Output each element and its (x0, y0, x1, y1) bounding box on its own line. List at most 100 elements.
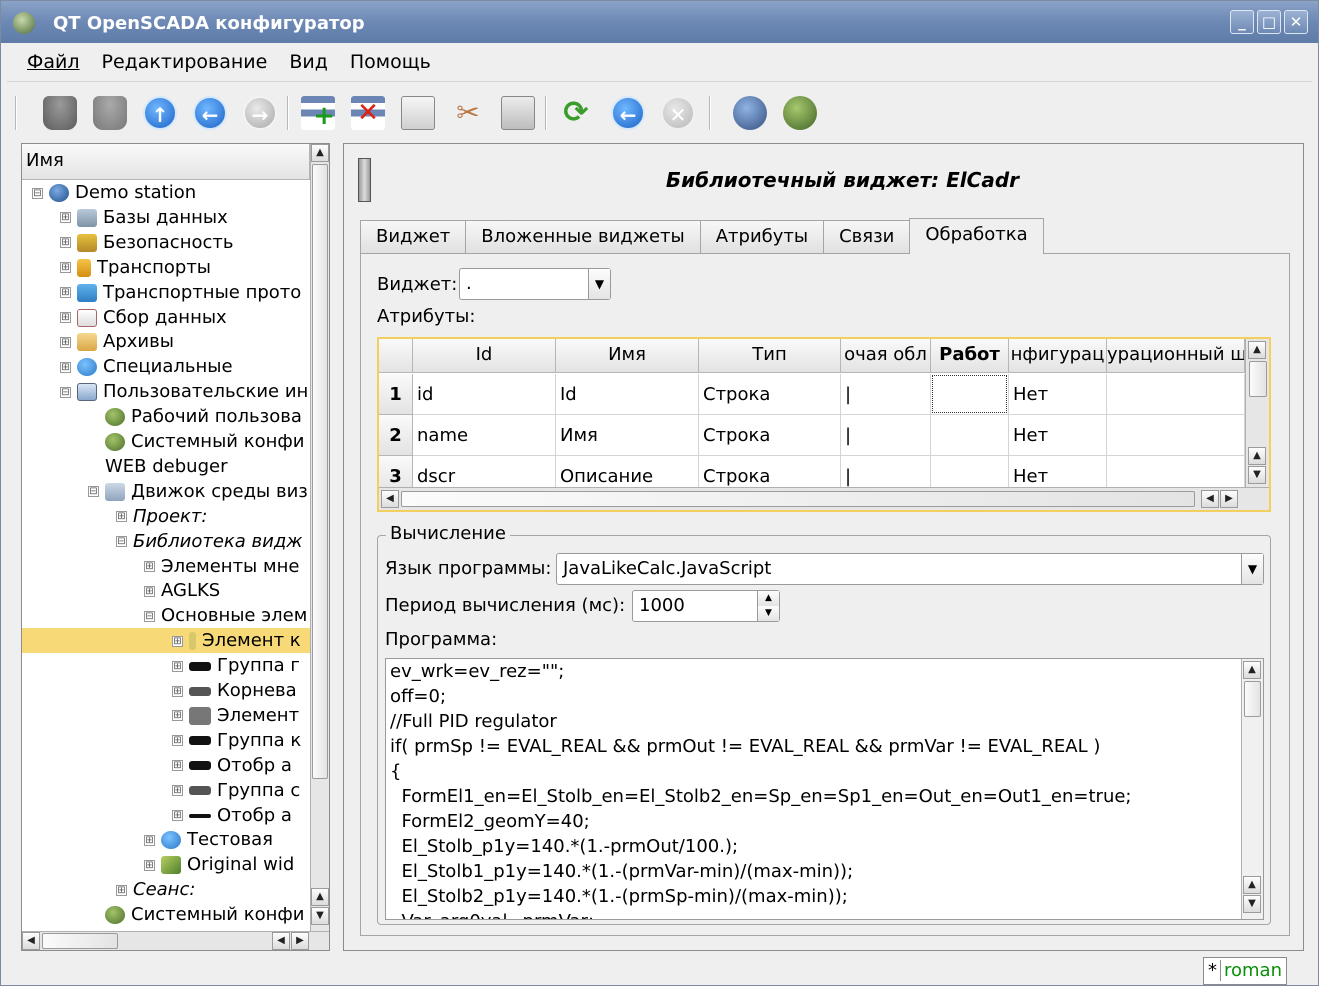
tree-item[interactable]: ⊞ Сеанс: (116, 877, 195, 902)
column-header[interactable]: Имя (556, 339, 699, 373)
scroll-up-arrow-icon[interactable]: ▲ (1243, 661, 1261, 679)
expand-toggle-icon[interactable]: ⊞ (60, 361, 71, 373)
menu-file[interactable]: Файл (27, 51, 80, 73)
row-number[interactable]: 1 (379, 374, 413, 415)
tab-attributes[interactable]: Атрибуты (699, 220, 825, 254)
tree-item[interactable]: ⊞ Отобр а (172, 753, 292, 778)
user-name[interactable]: roman (1224, 960, 1282, 981)
scroll-left-arrow-icon[interactable]: ◀ (1201, 490, 1219, 508)
scroll-up-arrow-icon[interactable]: ▲ (311, 888, 329, 906)
table-cell[interactable] (1107, 415, 1245, 456)
navigation-tree[interactable]: ⊟ Demo station ⊞ Базы данных ⊞ Безопасность ⊞ Т… (22, 180, 310, 925)
expand-toggle-icon[interactable]: ⊞ (172, 810, 183, 821)
expand-toggle-icon[interactable]: ⊞ (60, 312, 71, 323)
tree-item[interactable]: ⊞ Специальные (60, 354, 233, 379)
tab-included-widgets[interactable]: Вложенные виджеты (465, 220, 701, 254)
expand-toggle-icon[interactable]: ⊞ (60, 287, 71, 299)
column-header[interactable]: урационный ш (1107, 339, 1245, 373)
scroll-down-arrow-icon[interactable]: ▼ (1243, 895, 1261, 913)
column-header[interactable]: очая обл (841, 339, 931, 373)
expand-toggle-icon[interactable]: ⊟ (116, 536, 127, 548)
vision-icon[interactable] (733, 96, 767, 130)
expand-toggle-icon[interactable]: ⊞ (172, 785, 183, 797)
table-cell[interactable]: Нет (1009, 415, 1107, 456)
tree-item[interactable]: ⊟ Основные элем (144, 603, 307, 628)
table-cell[interactable]: Нет (1009, 374, 1107, 415)
program-language-select[interactable]: JavaLikeCalc.JavaScript ▼ (556, 553, 1264, 585)
spin-down-icon[interactable]: ▼ (757, 606, 779, 621)
db-load-icon[interactable] (43, 96, 77, 130)
chevron-down-icon[interactable]: ▼ (588, 269, 610, 299)
expand-toggle-icon[interactable]: ⊞ (60, 262, 71, 274)
expand-toggle-icon[interactable]: ⊞ (144, 585, 155, 597)
program-code[interactable]: ev_wrk=ev_rez=""; off=0; //Full PID regula… (390, 659, 1238, 919)
tree-item[interactable]: Рабочий пользова (88, 404, 302, 429)
title-bar[interactable]: QT OpenSCADA конфигуратор _ □ ✕ (1, 1, 1318, 43)
column-header[interactable]: Id (413, 339, 556, 373)
tree-item[interactable]: ⊞ Корнева (172, 678, 297, 703)
tree-item[interactable]: ⊞ Тестовая (144, 827, 273, 852)
expand-toggle-icon[interactable]: ⊞ (172, 735, 183, 747)
close-button[interactable]: ✕ (1284, 10, 1308, 34)
tab-widget[interactable]: Виджет (360, 220, 467, 254)
scroll-up-arrow-icon[interactable]: ▲ (1248, 447, 1266, 465)
db-save-icon[interactable] (93, 96, 127, 130)
expand-toggle-icon[interactable]: ⊞ (144, 834, 155, 846)
scroll-left-arrow-icon[interactable]: ◀ (381, 490, 399, 508)
expand-toggle-icon[interactable]: ⊟ (88, 486, 99, 498)
tree-item[interactable]: ⊞ Группа с (172, 778, 300, 803)
tree-item[interactable]: WEB debuger (88, 454, 227, 479)
refresh-icon[interactable]: ⟳ (559, 96, 593, 130)
attributes-table[interactable]: Id Имя Тип очая обл Работ нфигурац ураци… (377, 337, 1271, 512)
expand-toggle-icon[interactable]: ⊞ (172, 710, 183, 722)
expand-toggle-icon[interactable]: ⊞ (172, 660, 183, 672)
stop-icon[interactable]: ✕ (661, 96, 695, 130)
forward-icon[interactable]: → (243, 96, 277, 130)
table-cell[interactable]: id (413, 374, 556, 415)
row-number[interactable]: 2 (379, 415, 413, 456)
scroll-up-arrow-icon[interactable]: ▲ (311, 144, 329, 162)
menu-help[interactable]: Помощь (350, 51, 431, 73)
table-cell[interactable]: | (841, 415, 931, 456)
menu-edit[interactable]: Редактирование (102, 51, 268, 73)
tree-item[interactable]: ⊟ Demo station (32, 180, 196, 205)
chevron-down-icon[interactable]: ▼ (1241, 554, 1263, 584)
column-header[interactable]: Работ (931, 339, 1009, 373)
scroll-left-arrow-icon[interactable]: ◀ (22, 932, 40, 950)
scroll-down-arrow-icon[interactable]: ▼ (1248, 466, 1266, 484)
scroll-right-arrow-icon[interactable]: ▶ (1220, 490, 1238, 508)
calc-period-spinbox[interactable]: 1000 ▲ ▼ (632, 590, 780, 622)
expand-toggle-icon[interactable]: ⊞ (60, 212, 71, 224)
back-icon[interactable]: ← (193, 96, 227, 130)
tree-item[interactable]: ⊞ Элементы мне (144, 554, 299, 579)
table-vertical-scrollbar[interactable]: ▲ ▲ ▼ (1245, 339, 1269, 487)
tree-vertical-scrollbar[interactable]: ▲ ▲ ▼ (310, 144, 329, 931)
tree-item[interactable]: ⊟ Движок среды виз (88, 479, 308, 504)
scroll-thumb[interactable] (1249, 361, 1267, 397)
scroll-right-arrow-icon[interactable]: ▶ (291, 932, 309, 950)
program-editor[interactable]: ev_wrk=ev_rez=""; off=0; //Full PID regula… (385, 658, 1264, 920)
column-header[interactable]: Тип (699, 339, 841, 373)
scroll-thumb[interactable] (42, 933, 118, 949)
tree-item[interactable]: ⊞ Проект: (116, 504, 207, 529)
expand-toggle-icon[interactable]: ⊞ (60, 237, 71, 249)
tree-item[interactable]: ⊞ Архивы (60, 329, 174, 354)
column-header[interactable]: нфигурац (1009, 339, 1107, 373)
expand-toggle-icon[interactable]: ⊟ (144, 610, 155, 622)
item-delete-icon[interactable]: ✕ (351, 96, 385, 130)
cut-icon[interactable]: ✂ (451, 96, 485, 130)
tree-item[interactable]: ⊞ Original wid (144, 852, 294, 877)
tree-item[interactable]: ⊟ Библиотека видж (116, 529, 303, 554)
maximize-button[interactable]: □ (1257, 10, 1281, 34)
tree-item[interactable]: ⊞ Отобр а (172, 803, 292, 828)
toolbar-handle[interactable] (15, 96, 17, 130)
tree-item[interactable]: ⊞ Безопасность (60, 230, 233, 255)
menu-view[interactable]: Вид (289, 51, 328, 73)
scroll-up-arrow-icon[interactable]: ▲ (1243, 876, 1261, 894)
tree-item[interactable]: ⊞ Элемент (172, 703, 299, 728)
tree-item[interactable]: ⊞ Транспортные прото (60, 280, 301, 305)
expand-toggle-icon[interactable]: ⊞ (60, 336, 71, 348)
table-cell[interactable] (931, 415, 1009, 456)
corner-cell[interactable] (379, 339, 413, 373)
widget-select[interactable]: . ▼ (459, 268, 611, 300)
